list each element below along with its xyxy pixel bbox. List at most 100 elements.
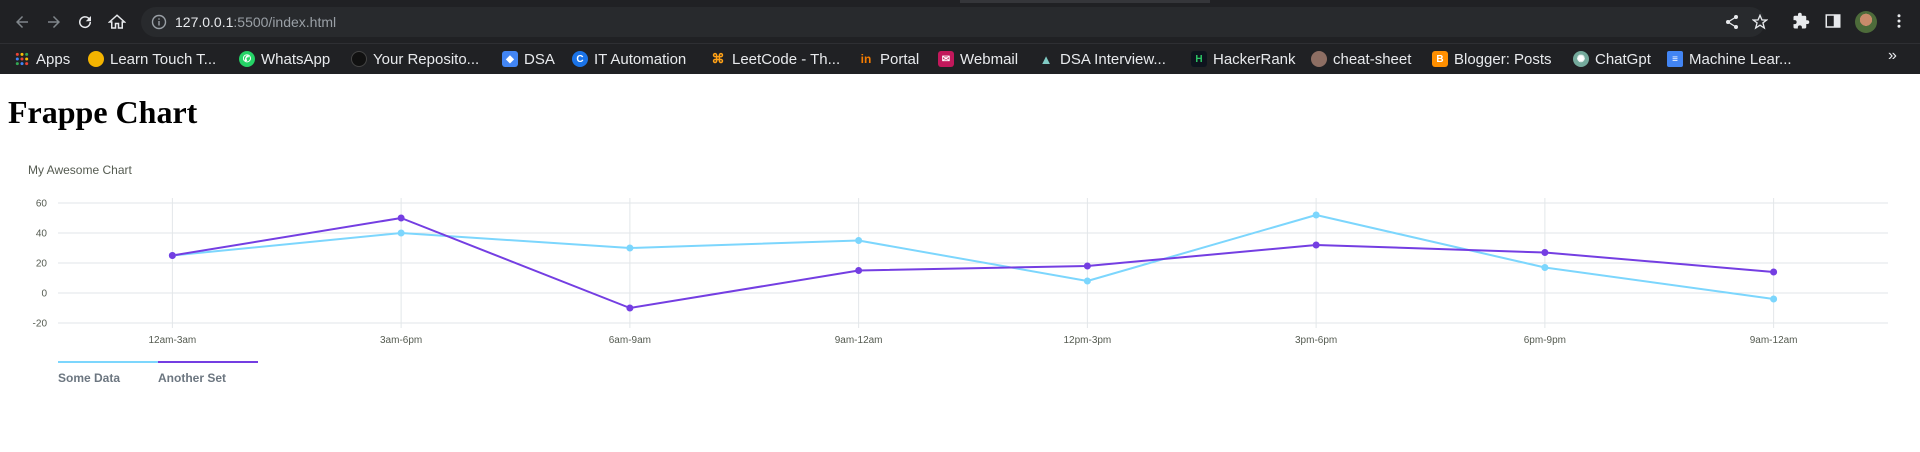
x-tick-label: 12am-3am [148, 335, 196, 346]
cheat-sheet-icon [1311, 51, 1327, 67]
bookmark-label: Learn Touch T... [110, 50, 217, 68]
bookmark-blogger-posts[interactable]: B Blogger: Posts [1432, 48, 1552, 70]
bookmark-it-automation[interactable]: C IT Automation [572, 48, 686, 70]
bookmark-label: Portal [880, 50, 920, 68]
bookmark-label: DSA [524, 50, 555, 68]
bookmark-chatgpt[interactable]: ✺ ChatGpt [1573, 48, 1651, 70]
profile-avatar[interactable] [1855, 11, 1877, 33]
legend-swatch [158, 361, 258, 363]
bookmark-apps[interactable]: Apps [14, 48, 70, 70]
data-point [1083, 262, 1091, 270]
x-tick-label: 9am-12am [1750, 335, 1798, 346]
legend-item-some-data[interactable]: Some Data [58, 361, 158, 385]
bookmarks-bar: Apps Learn Touch T... ✆ WhatsApp Your Re… [0, 43, 1920, 74]
url-host: 127.0.0.1 [175, 14, 234, 30]
legend-swatch [58, 361, 158, 363]
bookmark-webmail[interactable]: ✉ Webmail [938, 48, 1018, 70]
y-tick-label: 0 [41, 289, 47, 300]
data-point [1770, 268, 1778, 276]
bookmark-star-icon[interactable] [1751, 13, 1769, 30]
bookmark-label: Machine Lear... [1689, 50, 1792, 68]
reload-button[interactable] [73, 10, 97, 34]
bookmark-label: WhatsApp [261, 50, 331, 68]
typing-icon [88, 51, 104, 67]
bookmark-your-repositories[interactable]: Your Reposito... [351, 48, 479, 70]
bookmark-label: Webmail [960, 50, 1019, 68]
bookmark-label: Apps [36, 50, 71, 68]
line-chart: 60 40 20 0 -20 12am-3am 3am-6pm 6am-9am 9am-12a… [33, 198, 1888, 346]
data-point [1541, 249, 1549, 256]
home-button[interactable] [105, 10, 129, 34]
shield-icon: ◆ [502, 51, 518, 67]
x-tick-label: 6am-9am [609, 335, 651, 346]
url-path: :5500/index.html [233, 14, 337, 30]
bookmark-leetcode[interactable]: ⌘ LeetCode - Th... [710, 48, 841, 70]
menu-kebab-icon[interactable] [1890, 12, 1910, 32]
bookmark-dsa-interview[interactable]: ▲ DSA Interview... [1038, 48, 1166, 70]
site-info-icon[interactable] [151, 14, 167, 30]
x-tick-label: 12pm-3pm [1063, 335, 1111, 346]
bookmark-label: Blogger: Posts [1454, 50, 1552, 68]
reload-icon [79, 16, 92, 29]
chatgpt-icon: ✺ [1573, 51, 1589, 67]
mountain-icon: ▲ [1039, 51, 1053, 67]
data-point [1312, 211, 1320, 219]
data-point [626, 304, 634, 312]
blogger-icon: B [1432, 51, 1448, 67]
arrow-left-icon [16, 16, 28, 28]
forward-button[interactable] [42, 10, 66, 34]
data-point [1770, 295, 1778, 303]
bookmark-label: cheat-sheet [1333, 50, 1412, 68]
x-tick-label: 9am-12am [835, 335, 883, 346]
bookmark-hackerrank[interactable]: H HackerRank [1191, 48, 1296, 70]
back-button[interactable] [10, 10, 34, 34]
x-tick-label: 6pm-9pm [1524, 335, 1566, 346]
arrow-right-icon [48, 16, 60, 28]
home-icon [108, 14, 126, 29]
bookmark-label: LeetCode - Th... [732, 50, 841, 68]
data-point [1312, 241, 1320, 249]
bookmark-label: Your Reposito... [373, 50, 480, 68]
more-bookmarks-chevron-icon[interactable]: » [1888, 47, 1897, 65]
series-lines [172, 214, 1774, 309]
extensions-icon[interactable] [1792, 12, 1812, 32]
bookmark-label: IT Automation [594, 50, 687, 68]
portal-icon: in [860, 52, 872, 66]
data-point [397, 229, 405, 237]
chart-grid [58, 198, 1888, 328]
data-point [397, 214, 405, 222]
bookmark-machine-learning[interactable]: ≡ Machine Lear... [1667, 48, 1792, 70]
y-axis-labels: 60 40 20 0 -20 [33, 199, 48, 330]
y-tick-label: 40 [36, 229, 48, 240]
y-tick-label: 20 [36, 259, 48, 270]
bookmark-cheat-sheet[interactable]: cheat-sheet [1311, 48, 1411, 70]
legend-label: Another Set [158, 371, 227, 385]
bookmark-whatsapp[interactable]: ✆ WhatsApp [239, 48, 330, 70]
x-tick-label: 3am-6pm [380, 335, 422, 346]
bookmark-label: DSA Interview... [1060, 50, 1166, 68]
data-point [1541, 264, 1549, 271]
y-tick-label: 60 [36, 199, 48, 210]
x-tick-label: 3pm-6pm [1295, 335, 1337, 346]
x-axis-labels: 12am-3am 3am-6pm 6am-9am 9am-12am 12pm-3pm 3p… [148, 335, 1797, 346]
github-icon [351, 51, 367, 67]
data-point [855, 237, 863, 244]
side-panel-icon[interactable] [1824, 12, 1844, 32]
share-icon[interactable] [1724, 14, 1740, 30]
tab-strip-edge [960, 0, 1210, 3]
bookmark-learn-touch-typing[interactable]: Learn Touch T... [88, 48, 216, 70]
whatsapp-icon: ✆ [239, 51, 255, 67]
bookmark-dsa[interactable]: ◆ DSA [502, 48, 555, 70]
legend-item-another-set[interactable]: Another Set [158, 361, 258, 385]
page-title: Frappe Chart [8, 94, 198, 130]
leetcode-icon: ⌘ [711, 51, 725, 66]
chart-title: My Awesome Chart [28, 163, 132, 177]
address-bar[interactable]: 127.0.0.1:5500/index.html [141, 7, 1769, 37]
browser-toolbar: 127.0.0.1:5500/index.html [0, 0, 1920, 43]
y-tick-label: -20 [33, 319, 48, 330]
data-point [855, 267, 863, 274]
hackerrank-icon: H [1191, 51, 1207, 67]
bookmark-portal[interactable]: in Portal [858, 48, 920, 70]
bookmark-label: HackerRank [1213, 50, 1296, 68]
coursera-icon: C [572, 51, 588, 67]
